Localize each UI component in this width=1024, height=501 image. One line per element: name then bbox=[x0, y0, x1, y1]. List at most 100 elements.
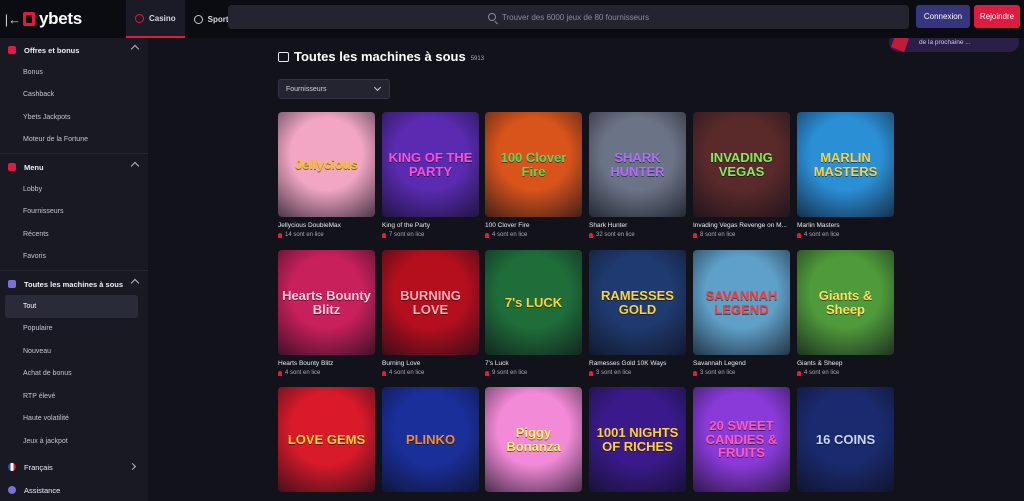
game-thumbnail[interactable]: PLINKO bbox=[382, 387, 479, 492]
player-icon bbox=[382, 232, 386, 238]
player-icon bbox=[485, 370, 489, 376]
chevron-up-icon bbox=[130, 44, 140, 54]
game-thumbnail[interactable]: KING OF THE PARTY bbox=[382, 112, 479, 217]
game-name: Hearts Bounty Blitz bbox=[278, 360, 334, 367]
game-card[interactable]: Hearts Bounty Blitz Hearts Bounty Blitz 4 … bbox=[278, 250, 375, 376]
game-thumbnail[interactable]: Hearts Bounty Blitz bbox=[278, 250, 375, 355]
game-thumbnail[interactable]: 1001 NIGHTS OF RICHES bbox=[589, 387, 686, 492]
game-card[interactable]: BURNING LOVE Burning Love 4 sont en lice bbox=[382, 250, 479, 376]
players-text: 4 sont en lice bbox=[285, 370, 321, 376]
login-button[interactable]: Connexion bbox=[916, 5, 970, 28]
sidebar-item-favorites[interactable]: Favoris bbox=[0, 246, 148, 269]
sidebar-item-all[interactable]: Tout bbox=[5, 295, 138, 318]
sidebar-item-lobby[interactable]: Lobby bbox=[0, 178, 148, 201]
players-count: 14 sont en lice bbox=[278, 232, 375, 238]
game-card[interactable]: SAVANNAH LEGEND Savannah Legend 3 sont en … bbox=[693, 250, 790, 376]
game-card[interactable]: KING OF THE PARTY King of the Party 7 sont… bbox=[382, 112, 479, 238]
providers-dropdown[interactable]: Fournisseurs bbox=[278, 79, 390, 99]
game-card[interactable]: INVADING VEGAS Invading Vegas Revenge on … bbox=[693, 112, 790, 238]
players-count: 4 sont en lice bbox=[278, 370, 375, 376]
game-card[interactable]: SHARK HUNTER Shark Hunter 32 sont en lice bbox=[589, 112, 686, 238]
players-count: 7 sont en lice bbox=[382, 232, 479, 238]
game-name: King of the Party bbox=[382, 222, 431, 229]
join-button[interactable]: Rejoindre bbox=[974, 5, 1020, 28]
sidebar-item-cashback[interactable]: Cashback bbox=[0, 84, 148, 107]
tab-sport-label: Sport bbox=[207, 14, 229, 24]
search-icon bbox=[487, 13, 496, 21]
promo-banner[interactable]: de la prochaine ... bbox=[889, 38, 1019, 52]
app-root: |← ybets Casino Sport Trouver des 6000 j… bbox=[0, 0, 1024, 501]
game-art-title: Jellycious bbox=[295, 156, 358, 172]
assistance-button[interactable]: Assistance bbox=[0, 479, 148, 501]
game-art-title: Hearts Bounty Blitz bbox=[282, 287, 371, 317]
sidebar-item-new[interactable]: Nouveau bbox=[0, 340, 148, 363]
tab-casino[interactable]: Casino bbox=[126, 0, 185, 38]
sidebar-item-jackpots[interactable]: Ybets Jackpots bbox=[0, 106, 148, 129]
game-thumbnail[interactable]: MARLIN MASTERS bbox=[797, 112, 894, 217]
sidebar: Offres et bonus Bonus Cashback Ybets Jac… bbox=[0, 38, 148, 501]
game-art-title: 16 COINS bbox=[815, 431, 876, 447]
sidebar-section-offers[interactable]: Offres et bonus bbox=[0, 39, 148, 61]
players-count: 4 sont en lice bbox=[797, 370, 894, 376]
game-thumbnail[interactable]: 20 SWEET CANDIES & FRUITS bbox=[693, 387, 790, 492]
game-card[interactable]: 1001 NIGHTS OF RICHES bbox=[589, 387, 686, 492]
collapse-sidebar-button[interactable]: |← bbox=[3, 0, 23, 38]
game-card[interactable]: Piggy Bonanza bbox=[485, 387, 582, 492]
game-thumbnail[interactable]: Giants & Sheep bbox=[797, 250, 894, 355]
sidebar-item-recent[interactable]: Récents bbox=[0, 223, 148, 246]
logo[interactable]: ybets bbox=[23, 0, 126, 38]
game-thumbnail[interactable]: 7's LUCK bbox=[485, 250, 582, 355]
game-thumbnail[interactable]: BURNING LOVE bbox=[382, 250, 479, 355]
sidebar-item-bonus-buy[interactable]: Achat de bonus bbox=[0, 363, 148, 386]
divider bbox=[0, 270, 148, 271]
game-thumbnail[interactable]: RAMESSES GOLD bbox=[589, 250, 686, 355]
sidebar-item-providers[interactable]: Fournisseurs bbox=[0, 201, 148, 224]
game-art-title: PLINKO bbox=[405, 431, 456, 447]
game-card[interactable]: PLINKO bbox=[382, 387, 479, 492]
sidebar-item-high-rtp[interactable]: RTP élevé bbox=[0, 385, 148, 408]
players-text: 4 sont en lice bbox=[804, 370, 840, 376]
player-icon bbox=[278, 370, 282, 376]
game-card[interactable]: 16 COINS bbox=[797, 387, 894, 492]
language-selector[interactable]: Français bbox=[0, 456, 148, 478]
game-thumbnail[interactable]: 16 COINS bbox=[797, 387, 894, 492]
players-text: 32 sont en lice bbox=[596, 232, 635, 238]
player-icon bbox=[693, 232, 697, 238]
game-thumbnail[interactable]: SAVANNAH LEGEND bbox=[693, 250, 790, 355]
game-card[interactable]: MARLIN MASTERS Marlin Masters 4 sont en li… bbox=[797, 112, 894, 238]
game-thumbnail[interactable]: Jellycious bbox=[278, 112, 375, 217]
sidebar-item-fortune[interactable]: Moteur de la Fortune bbox=[0, 129, 148, 152]
game-thumbnail[interactable]: 100 Clover Fire bbox=[485, 112, 582, 217]
game-thumbnail[interactable]: LOVE GEMS bbox=[278, 387, 375, 492]
game-card[interactable]: 20 SWEET CANDIES & FRUITS bbox=[693, 387, 790, 492]
game-art-title: SHARK HUNTER bbox=[610, 149, 665, 179]
game-card[interactable]: 100 Clover Fire 100 Clover Fire 4 sont en … bbox=[485, 112, 582, 238]
game-thumbnail[interactable]: INVADING VEGAS bbox=[693, 112, 790, 217]
search-input[interactable]: Trouver des 6000 jeux de 80 fournisseurs bbox=[228, 5, 909, 29]
sidebar-item-bonus[interactable]: Bonus bbox=[0, 61, 148, 84]
game-card[interactable]: Giants & Sheep Giants & Sheep 4 sont en li… bbox=[797, 250, 894, 376]
game-art-title: KING OF THE PARTY bbox=[388, 149, 473, 179]
game-card[interactable]: RAMESSES GOLD Ramesses Gold 10K Ways 3 son… bbox=[589, 250, 686, 376]
sidebar-section-menu[interactable]: Menu bbox=[0, 156, 148, 178]
cherry-icon bbox=[135, 13, 144, 23]
slot-machine-icon bbox=[8, 280, 16, 288]
game-thumbnail[interactable]: SHARK HUNTER bbox=[589, 112, 686, 217]
player-icon bbox=[797, 370, 801, 376]
chevron-right-icon bbox=[128, 462, 137, 471]
section-title: Menu bbox=[24, 162, 44, 172]
game-name: Ramesses Gold 10K Ways bbox=[589, 360, 667, 367]
sidebar-item-popular[interactable]: Populaire bbox=[0, 318, 148, 341]
game-art-title: SAVANNAH LEGEND bbox=[705, 287, 778, 317]
sidebar-section-slots[interactable]: Toutes les machines à sous bbox=[0, 273, 148, 295]
players-text: 14 sont en lice bbox=[285, 232, 324, 238]
games-count: 5913 bbox=[470, 55, 485, 62]
ball-icon bbox=[193, 14, 203, 24]
game-card[interactable]: LOVE GEMS bbox=[278, 387, 375, 492]
sidebar-item-jackpot-games[interactable]: Jeux à jackpot bbox=[0, 430, 148, 453]
top-bar: |← ybets Casino Sport Trouver des 6000 j… bbox=[0, 0, 1024, 38]
game-card[interactable]: 7's LUCK 7's Luck 9 sont en lice bbox=[485, 250, 582, 376]
game-thumbnail[interactable]: Piggy Bonanza bbox=[485, 387, 582, 492]
sidebar-item-high-volatility[interactable]: Haute volatilité bbox=[0, 408, 148, 431]
game-card[interactable]: Jellycious Jellycious DoubleMax 14 sont en… bbox=[278, 112, 375, 238]
